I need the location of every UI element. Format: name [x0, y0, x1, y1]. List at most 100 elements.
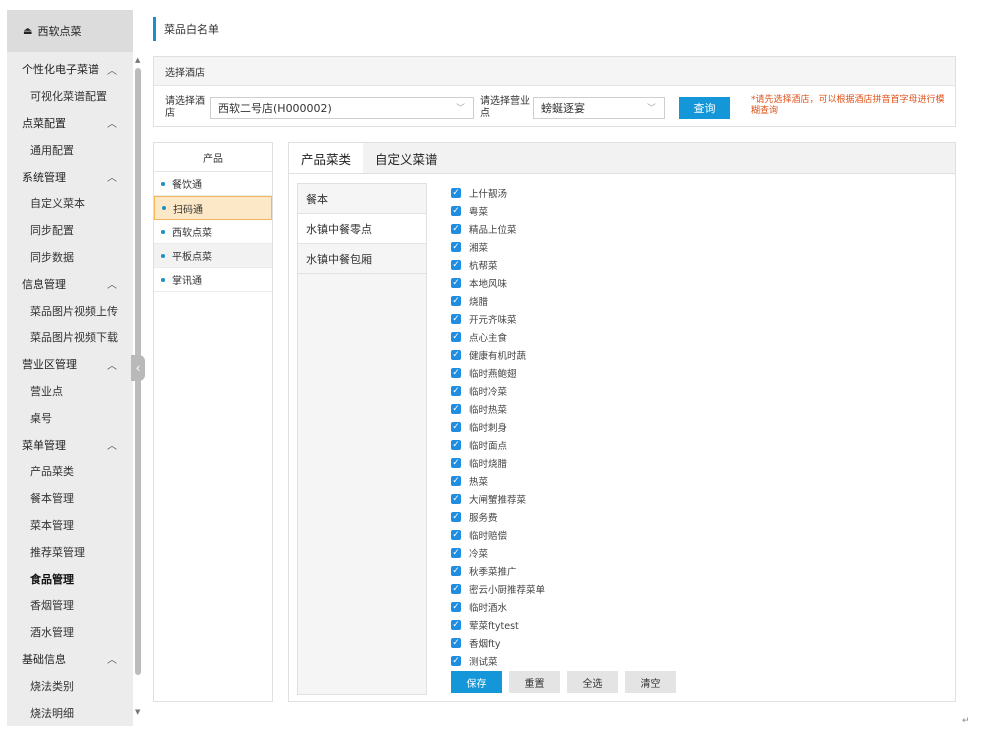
category-checkbox-row[interactable]: ✓ 临时热菜 [451, 400, 545, 418]
category-checkbox-row[interactable]: ✓ 临时赔偿 [451, 526, 545, 544]
sidebar-item[interactable]: 菜本管理 [7, 512, 133, 539]
checkbox-checked-icon[interactable]: ✓ [451, 422, 461, 432]
hotel-select[interactable]: 西软二号店(H000002) ﹀ [210, 97, 474, 119]
checkbox-checked-icon[interactable]: ✓ [451, 314, 461, 324]
sidebar-brand[interactable]: ⏏ 西软点菜 [7, 10, 133, 52]
query-button[interactable]: 查询 [679, 97, 730, 119]
tab-item[interactable]: 产品菜类 [289, 143, 364, 173]
checkbox-checked-icon[interactable]: ✓ [451, 224, 461, 234]
sidebar-item[interactable]: 同步数据 [7, 244, 133, 271]
reset-button[interactable]: 重置 [509, 671, 560, 693]
sidebar-group[interactable]: 菜单管理 ︿ [7, 431, 133, 458]
category-checkbox-row[interactable]: ✓ 临时酒水 [451, 598, 545, 616]
checkbox-checked-icon[interactable]: ✓ [451, 656, 461, 666]
checkbox-checked-icon[interactable]: ✓ [451, 584, 461, 594]
category-checkbox-row[interactable]: ✓ 临时冷菜 [451, 382, 545, 400]
sidebar-item[interactable]: 食品管理 [7, 565, 133, 592]
category-checkbox-row[interactable]: ✓ 烧腊 [451, 292, 545, 310]
category-checkbox-row[interactable]: ✓ 临时燕鲍翅 [451, 364, 545, 382]
checkbox-checked-icon[interactable]: ✓ [451, 548, 461, 558]
sidebar-item[interactable]: 烧法类别 [7, 672, 133, 699]
checkbox-checked-icon[interactable]: ✓ [451, 296, 461, 306]
checkbox-checked-icon[interactable]: ✓ [451, 512, 461, 522]
sidebar-group[interactable]: 营业区管理 ︿ [7, 351, 133, 378]
sidebar-group[interactable]: 点菜配置 ︿ [7, 110, 133, 137]
category-checkbox-row[interactable]: ✓ 临时面点 [451, 436, 545, 454]
sidebar-item[interactable]: 香烟管理 [7, 592, 133, 619]
product-item[interactable]: 平板点菜 [154, 244, 272, 268]
sidebar-item[interactable]: 烧法明细 [7, 699, 133, 726]
sidebar-item[interactable]: 菜品图片视频上传 [7, 297, 133, 324]
category-checkbox-row[interactable]: ✓ 冷菜 [451, 544, 545, 562]
category-checkbox-row[interactable]: ✓ 健康有机时蔬 [451, 346, 545, 364]
category-checkbox-row[interactable]: ✓ 上什靓汤 [451, 184, 545, 202]
product-item[interactable]: 餐饮通 [154, 172, 272, 196]
checkbox-checked-icon[interactable]: ✓ [451, 278, 461, 288]
category-checkbox-row[interactable]: ✓ 热菜 [451, 472, 545, 490]
tab-item[interactable]: 自定义菜谱 [363, 143, 450, 173]
checkbox-checked-icon[interactable]: ✓ [451, 404, 461, 414]
checkbox-checked-icon[interactable]: ✓ [451, 206, 461, 216]
checkbox-checked-icon[interactable]: ✓ [451, 368, 461, 378]
point-select[interactable]: 螃蜒逐宴 ﹀ [533, 97, 665, 119]
sidebar-item[interactable]: 通用配置 [7, 136, 133, 163]
category-checkbox-row[interactable]: ✓ 香烟fty [451, 634, 545, 652]
checkbox-checked-icon[interactable]: ✓ [451, 386, 461, 396]
category-checkbox-row[interactable]: ✓ 粤菜 [451, 202, 545, 220]
checkbox-checked-icon[interactable]: ✓ [451, 440, 461, 450]
sidebar-item[interactable]: 自定义菜本 [7, 190, 133, 217]
category-checkbox-row[interactable]: ✓ 点心主食 [451, 328, 545, 346]
category-checkbox-row[interactable]: ✓ 密云小厨推荐菜单 [451, 580, 545, 598]
category-checkbox-row[interactable]: ✓ 本地风味 [451, 274, 545, 292]
category-checkbox-row[interactable]: ✓ 服务费 [451, 508, 545, 526]
sidebar-group[interactable]: 信息管理 ︿ [7, 270, 133, 297]
sidebar-group[interactable]: 系统管理 ︿ [7, 163, 133, 190]
sidebar-group[interactable]: 个性化电子菜谱 ︿ [7, 56, 133, 83]
checkbox-checked-icon[interactable]: ✓ [451, 620, 461, 630]
category-checkbox-row[interactable]: ✓ 大闸蟹推荐菜 [451, 490, 545, 508]
sidebar-item[interactable]: 营业点 [7, 378, 133, 405]
sidebar-item[interactable]: 菜品图片视频下载 [7, 324, 133, 351]
menu-book-item[interactable]: 水镇中餐零点 [298, 214, 426, 244]
checkbox-checked-icon[interactable]: ✓ [451, 188, 461, 198]
sidebar-item[interactable]: 酒水管理 [7, 619, 133, 646]
checkbox-checked-icon[interactable]: ✓ [451, 476, 461, 486]
sidebar-item[interactable]: 产品菜类 [7, 458, 133, 485]
checkbox-checked-icon[interactable]: ✓ [451, 332, 461, 342]
checkbox-checked-icon[interactable]: ✓ [451, 602, 461, 612]
save-button[interactable]: 保存 [451, 671, 502, 693]
checkbox-checked-icon[interactable]: ✓ [451, 638, 461, 648]
select-all-button[interactable]: 全选 [567, 671, 618, 693]
collapse-sidebar-button[interactable]: ‹ [131, 355, 145, 381]
category-checkbox-row[interactable]: ✓ 荤菜ftytest [451, 616, 545, 634]
category-checkbox-row[interactable]: ✓ 开元齐味菜 [451, 310, 545, 328]
category-checkbox-row[interactable]: ✓ 测试菜 [451, 652, 545, 670]
product-item[interactable]: 扫码通 [154, 196, 272, 220]
menu-book-item[interactable]: 餐本 [298, 184, 426, 214]
clear-button[interactable]: 清空 [625, 671, 676, 693]
scroll-up-icon[interactable]: ▲ [135, 56, 140, 64]
checkbox-checked-icon[interactable]: ✓ [451, 260, 461, 270]
product-item[interactable]: 掌讯通 [154, 268, 272, 292]
checkbox-checked-icon[interactable]: ✓ [451, 530, 461, 540]
category-checkbox-row[interactable]: ✓ 临时刺身 [451, 418, 545, 436]
category-checkbox-row[interactable]: ✓ 湘菜 [451, 238, 545, 256]
sidebar-item[interactable]: 同步配置 [7, 217, 133, 244]
category-checkbox-row[interactable]: ✓ 精品上位菜 [451, 220, 545, 238]
checkbox-checked-icon[interactable]: ✓ [451, 494, 461, 504]
checkbox-checked-icon[interactable]: ✓ [451, 458, 461, 468]
checkbox-checked-icon[interactable]: ✓ [451, 242, 461, 252]
category-checkbox-row[interactable]: ✓ 临时烧腊 [451, 454, 545, 472]
product-item[interactable]: 西软点菜 [154, 220, 272, 244]
sidebar-group[interactable]: 基础信息 ︿ [7, 646, 133, 673]
sidebar-scrollbar[interactable]: ▲ ▼ [134, 56, 144, 720]
sidebar-item[interactable]: 桌号 [7, 404, 133, 431]
sidebar-item[interactable]: 可视化菜谱配置 [7, 83, 133, 110]
category-checkbox-row[interactable]: ✓ 杭帮菜 [451, 256, 545, 274]
sidebar-item[interactable]: 推荐菜管理 [7, 538, 133, 565]
menu-book-item[interactable]: 水镇中餐包厢 [298, 244, 426, 274]
sidebar-item[interactable]: 餐本管理 [7, 485, 133, 512]
scroll-down-icon[interactable]: ▼ [135, 708, 140, 716]
checkbox-checked-icon[interactable]: ✓ [451, 350, 461, 360]
category-checkbox-row[interactable]: ✓ 秋季菜推广 [451, 562, 545, 580]
